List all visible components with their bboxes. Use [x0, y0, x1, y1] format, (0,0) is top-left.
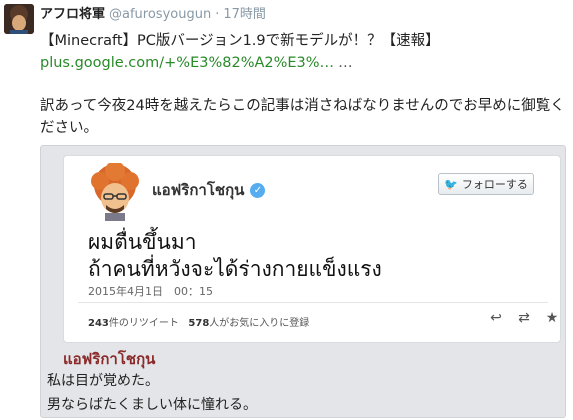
tweet-card: แอฟริกาโชกุน ✓ 🐦 フォローする ผมตื่นขึ้นมา ถ้า… [63, 155, 561, 343]
header-separator: · [215, 7, 220, 22]
caption-line2: 男ならばたくましい体に憧れる。 [47, 397, 257, 413]
twitter-bird-icon: 🐦 [444, 177, 458, 191]
post-body: 訳あって今夜24時を越えたらこの記事は消さねばなりませんのでお早めに御覧ください… [40, 98, 565, 136]
follow-label: フォローする [461, 178, 528, 191]
caption-line1: 私は目が覚めた。 [47, 373, 159, 389]
tweet-actions: ↩ ⇄ ★ [488, 310, 560, 326]
verified-check-icon: ✓ [250, 182, 266, 198]
author-handle[interactable]: @afurosyougun [109, 7, 211, 22]
retweet-count[interactable]: 243 [88, 318, 109, 329]
post-link[interactable]: plus.google.com/+%E3%82%A2%E3%…… [40, 53, 353, 73]
tweet-text-line2: ถ้าคนที่หวังจะได้ร่างกายแข็งแรง [88, 257, 382, 281]
retweet-icon[interactable]: ⇄ [516, 310, 532, 326]
author-avatar[interactable] [4, 4, 34, 34]
tweet-stats: 243件のリツイート 578人がお気に入りに登録 [88, 314, 309, 329]
follow-button[interactable]: 🐦 フォローする [438, 173, 534, 195]
favorite-count[interactable]: 578 [188, 318, 209, 329]
embedded-image: แอฟริกาโชกุน ✓ 🐦 フォローする ผมตื่นขึ้นมา ถ้า… [40, 145, 566, 418]
retweet-label[interactable]: 件のリツイート [109, 318, 179, 329]
tweet-display-name[interactable]: แอฟริกาโชกุน ✓ [152, 178, 266, 202]
post-timestamp[interactable]: 17時間 [223, 7, 266, 22]
post-header: アフロ将軍 @afurosyougun · 17時間 [40, 7, 266, 23]
favorite-label[interactable]: 人がお気に入りに登録 [209, 318, 309, 329]
post-link-text[interactable]: plus.google.com/+%E3%82%A2%E3%… [40, 55, 334, 71]
post-link-more[interactable]: … [338, 55, 353, 71]
post-title: 【Minecraft】PC版バージョン1.9で新モデルが！？【速報】 [40, 33, 440, 49]
tweet-date[interactable]: 2015年4月1日 00：15 [88, 283, 213, 299]
tweet-display-name-text[interactable]: แอฟริกาโชกุน [152, 178, 244, 202]
afro-avatar-icon [91, 161, 139, 221]
author-name[interactable]: アフロ将軍 [40, 7, 105, 22]
reply-icon[interactable]: ↩ [488, 310, 504, 326]
author-avatar-image [4, 4, 34, 34]
favorite-star-icon[interactable]: ★ [544, 310, 560, 326]
card-divider [78, 302, 548, 303]
caption-name: แอฟริกาโชกุน [63, 350, 156, 368]
tweet-avatar[interactable] [86, 161, 144, 221]
